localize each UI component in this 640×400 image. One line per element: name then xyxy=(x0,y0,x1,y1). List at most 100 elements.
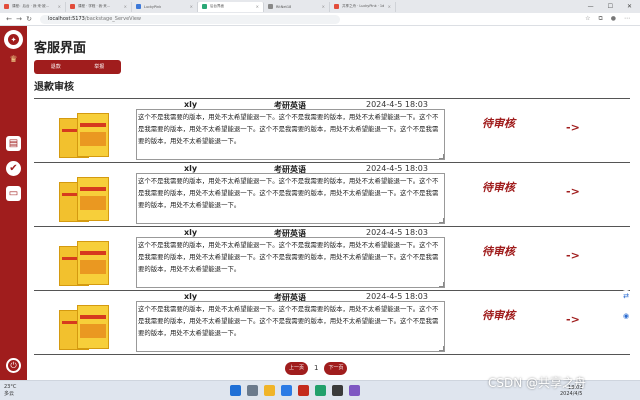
status-badge: 待审核 xyxy=(482,181,515,194)
app-icon[interactable] xyxy=(315,385,326,396)
address-bar: ← → ↻ localhost:5173/backstage_ServeView… xyxy=(0,13,640,26)
review-arrow-button[interactable]: -> xyxy=(566,121,580,134)
tab-refund[interactable]: 退款 xyxy=(34,60,78,74)
book-cover-front xyxy=(77,241,109,285)
book-thumbnail xyxy=(59,177,111,222)
review-arrow-button[interactable]: -> xyxy=(566,249,580,262)
page-title: 客服界面 xyxy=(34,41,87,56)
refund-reason-text: 这个不是我需要的版本，用处不太希望能退一下。这个不是我需要的版本，用处不太希望能… xyxy=(138,177,439,209)
prev-page-button[interactable]: 上一页 xyxy=(285,362,308,375)
tab-favicon xyxy=(136,4,141,9)
start-icon[interactable] xyxy=(230,385,241,396)
search-icon[interactable] xyxy=(247,385,258,396)
forward-icon[interactable]: → xyxy=(14,15,24,23)
app-icon[interactable] xyxy=(332,385,343,396)
tab-label: 后台界面 xyxy=(210,4,224,8)
tab-close-icon[interactable]: × xyxy=(120,4,127,9)
refund-row: xly 考研英语 2024-4-5 18:03 这个不是我需要的版本，用处不太希望能退… xyxy=(34,227,630,291)
window-controls: — ☐ ✕ xyxy=(588,3,640,10)
refund-reason-textarea[interactable]: 这个不是我需要的版本，用处不太希望能退一下。这个不是我需要的版本，用处不太希望能… xyxy=(136,109,445,160)
tab-label: 课程 · 学程 · 我·来… xyxy=(78,4,111,8)
close-icon[interactable]: ✕ xyxy=(627,3,632,10)
extensions-icon[interactable]: ⧉ xyxy=(598,15,602,23)
tab-close-icon[interactable]: × xyxy=(384,4,391,9)
sidebar-item-books[interactable]: ▤ xyxy=(6,136,21,151)
browser-side-tools: ⇄ ◉ xyxy=(620,290,632,322)
app-icon[interactable] xyxy=(349,385,360,396)
url-field[interactable]: localhost:5173/backstage_ServeView xyxy=(40,14,340,24)
category-switch: 退款 举报 xyxy=(34,60,121,74)
resize-handle-icon[interactable] xyxy=(439,218,444,223)
weather-widget[interactable]: 23°C 多云 xyxy=(4,384,16,398)
status-badge: 待审核 xyxy=(482,309,515,322)
maximize-icon[interactable]: ☐ xyxy=(608,3,613,10)
row-date: 2024-4-5 18:03 xyxy=(366,164,428,173)
tab-close-icon[interactable]: × xyxy=(318,4,325,9)
tab-label: 共享之舟 · LuckyPink · 1dilCode xyxy=(342,4,384,8)
browser-tab[interactable]: 课程：后台 · 我·来·被… × xyxy=(0,1,66,12)
tab-favicon xyxy=(334,4,339,9)
back-icon[interactable]: ← xyxy=(4,15,14,23)
refund-reason-textarea[interactable]: 这个不是我需要的版本，用处不太希望能退一下。这个不是我需要的版本，用处不太希望能… xyxy=(136,173,445,224)
tab-label: 课程：后台 · 我·来·被… xyxy=(12,4,50,8)
resize-handle-icon[interactable] xyxy=(439,346,444,351)
browser-tab[interactable]: 共享之舟 · LuckyPink · 1dilCode× xyxy=(330,1,396,12)
refund-reason-textarea[interactable]: 这个不是我需要的版本，用处不太希望能退一下。这个不是我需要的版本，用处不太希望能… xyxy=(136,237,445,288)
book-thumbnail xyxy=(59,113,111,158)
tab-favicon xyxy=(70,4,75,9)
star-icon[interactable]: ☆ xyxy=(585,15,590,23)
check-icon: ✔ xyxy=(9,163,18,174)
browser-tab[interactable]: 后台界面 × xyxy=(198,1,264,12)
next-page-button[interactable]: 下一页 xyxy=(324,362,348,375)
edge-icon[interactable] xyxy=(281,385,292,396)
row-username: xly xyxy=(184,164,198,173)
review-arrow-button[interactable]: -> xyxy=(566,185,580,198)
review-arrow-button[interactable]: -> xyxy=(566,313,580,326)
app-logo: ✦ xyxy=(4,30,23,49)
row-date: 2024-4-5 18:03 xyxy=(366,228,428,237)
row-date: 2024-4-5 18:03 xyxy=(366,100,428,109)
status-badge: 待审核 xyxy=(482,245,515,258)
pagination: 上一页 1 下一页 xyxy=(285,362,348,375)
assistant-icon[interactable]: ◉ xyxy=(620,310,632,322)
row-username: xly xyxy=(184,228,198,237)
logo-icon: ✦ xyxy=(8,34,19,45)
refresh-icon[interactable]: ↻ xyxy=(24,15,34,23)
browser-tab[interactable]: RitNet18 × xyxy=(264,1,330,12)
refund-reason-textarea[interactable]: 这个不是我需要的版本，用处不太希望能退一下。这个不是我需要的版本，用处不太希望能… xyxy=(136,301,445,352)
watermark: CSDN @共享之舟 xyxy=(488,376,587,390)
folder-icon[interactable] xyxy=(264,385,275,396)
url-host: localhost:5173 xyxy=(48,16,85,22)
tab-report[interactable]: 举报 xyxy=(78,60,122,74)
browser-tab-bar: 课程：后台 · 我·来·被… × 课程 · 学程 · 我·来… × LuckyPink ×… xyxy=(0,0,640,13)
app-icon[interactable] xyxy=(298,385,309,396)
tab-close-icon[interactable]: × xyxy=(186,4,193,9)
sidebar-item-approve[interactable]: ✔ xyxy=(6,161,21,176)
browser-tab[interactable]: 课程 · 学程 · 我·来… × xyxy=(66,1,132,12)
power-icon[interactable]: ⏻ xyxy=(6,358,21,373)
tab-favicon xyxy=(4,4,9,9)
tab-close-icon[interactable]: × xyxy=(54,4,61,9)
translate-icon[interactable]: ⇄ xyxy=(620,290,632,302)
url-path: /backstage_ServeView xyxy=(84,16,142,22)
browser-tab[interactable]: LuckyPink × xyxy=(132,1,198,12)
refund-list: xly 考研英语 2024-4-5 18:03 这个不是我需要的版本，用处不太希望能退… xyxy=(34,98,630,355)
tab-favicon xyxy=(268,4,273,9)
book-cover-front xyxy=(77,113,109,157)
main-panel: 客服界面 退款 举报 退款审核 xly 考研英语 2024-4-5 18:03 这个不… xyxy=(27,26,640,380)
resize-handle-icon[interactable] xyxy=(439,282,444,287)
tab-label: RitNet18 xyxy=(276,4,292,9)
user-avatar-icon[interactable]: ♛ xyxy=(7,55,20,66)
tab-close-icon[interactable]: × xyxy=(252,4,259,9)
minimize-icon[interactable]: — xyxy=(588,3,594,10)
sidebar-item-chat[interactable]: ▭ xyxy=(6,186,21,201)
browser-toolbar: ☆ ⧉ ● ⋯ xyxy=(585,15,640,23)
status-badge: 待审核 xyxy=(482,117,515,130)
profile-icon[interactable]: ● xyxy=(611,15,616,23)
refund-reason-text: 这个不是我需要的版本，用处不太希望能退一下。这个不是我需要的版本，用处不太希望能… xyxy=(138,241,439,273)
resize-handle-icon[interactable] xyxy=(439,154,444,159)
menu-icon[interactable]: ⋯ xyxy=(624,15,630,23)
book-cover-front xyxy=(77,177,109,221)
taskbar-apps xyxy=(230,385,360,396)
book-icon: ▤ xyxy=(8,138,19,149)
